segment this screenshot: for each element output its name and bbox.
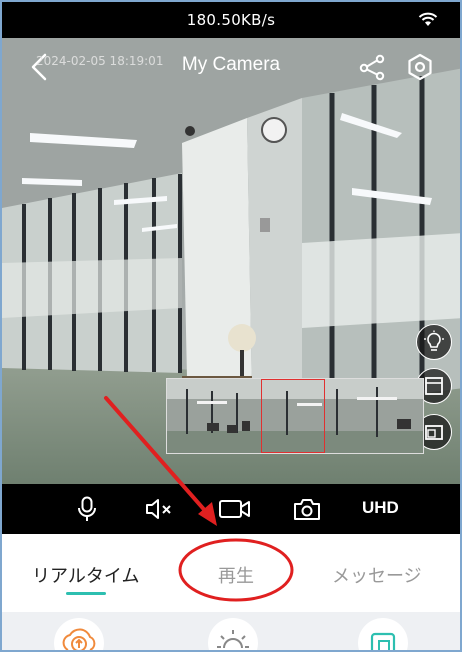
page-title: My Camera <box>181 54 281 75</box>
quality-button[interactable]: UHD <box>362 498 399 518</box>
feature-row <box>2 612 460 650</box>
control-bar: UHD <box>2 484 460 534</box>
tab-bar: リアルタイム 再生 メッセージ <box>2 534 460 612</box>
picture-in-picture-icon <box>425 425 443 440</box>
window-icon <box>370 632 396 650</box>
panorama-minimap[interactable] <box>166 378 424 454</box>
video-header: 2024-02-05 18:19:01 My Camera <box>2 38 460 94</box>
light-toggle-button[interactable] <box>416 324 452 360</box>
speaker-mute-icon[interactable] <box>144 496 174 522</box>
cloud-upload-icon <box>62 628 96 650</box>
brightness-icon <box>217 630 249 649</box>
minimap-viewport[interactable] <box>261 379 325 453</box>
brightness-button[interactable] <box>208 618 258 650</box>
light-bulb-icon <box>424 330 444 351</box>
video-record-icon[interactable] <box>218 496 252 522</box>
tab-messages[interactable]: メッセージ <box>332 562 422 588</box>
share-icon[interactable] <box>358 53 386 81</box>
network-speed: 180.50KB/s <box>186 11 276 29</box>
tab-realtime[interactable]: リアルタイム <box>32 562 139 588</box>
app-screen: 180.50KB/s 2024-02-05 18:19:01 My Camera… <box>0 0 462 652</box>
camera-icon[interactable] <box>292 496 322 522</box>
tab-playback[interactable]: 再生 <box>218 562 254 588</box>
active-tab-indicator <box>66 592 106 595</box>
cloud-upload-button[interactable] <box>54 618 104 650</box>
wifi-icon <box>418 12 438 26</box>
window-button[interactable] <box>358 618 408 650</box>
fullscreen-icon <box>425 377 443 395</box>
gear-icon[interactable] <box>406 53 434 81</box>
microphone-icon[interactable] <box>76 496 98 522</box>
status-bar: 180.50KB/s <box>2 2 460 38</box>
